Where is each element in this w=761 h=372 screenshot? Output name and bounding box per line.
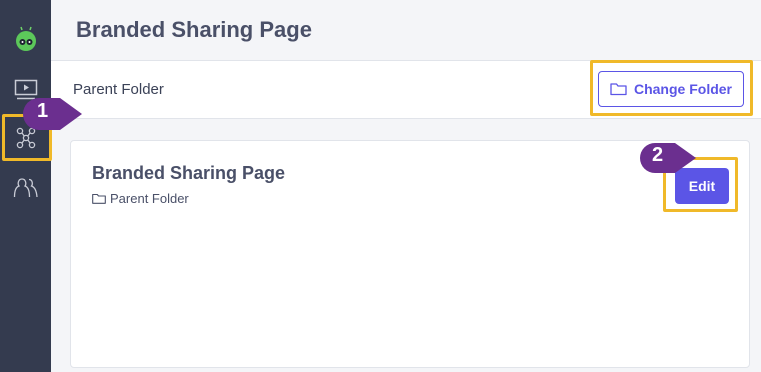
parent-folder-label: Parent Folder	[73, 81, 164, 98]
card-title: Branded Sharing Page	[92, 163, 286, 183]
sidebar	[0, 0, 52, 372]
callout-step-2: 2	[638, 142, 698, 176]
page-title: Branded Sharing Page	[76, 17, 312, 42]
folder-icon	[92, 193, 106, 204]
card-folder: Parent Folder	[92, 191, 189, 206]
page-header: Branded Sharing Page	[51, 0, 761, 61]
callout-number: 2	[652, 144, 664, 166]
change-folder-highlight	[590, 60, 753, 116]
card-folder-label: Parent Folder	[110, 191, 189, 206]
robot-logo-icon[interactable]	[0, 20, 51, 60]
callout-step-1: 1	[22, 97, 84, 131]
callout-number: 1	[37, 100, 49, 122]
main-content: Branded Sharing Page Parent Folder Chang…	[51, 0, 761, 372]
users-icon[interactable]	[0, 168, 51, 208]
